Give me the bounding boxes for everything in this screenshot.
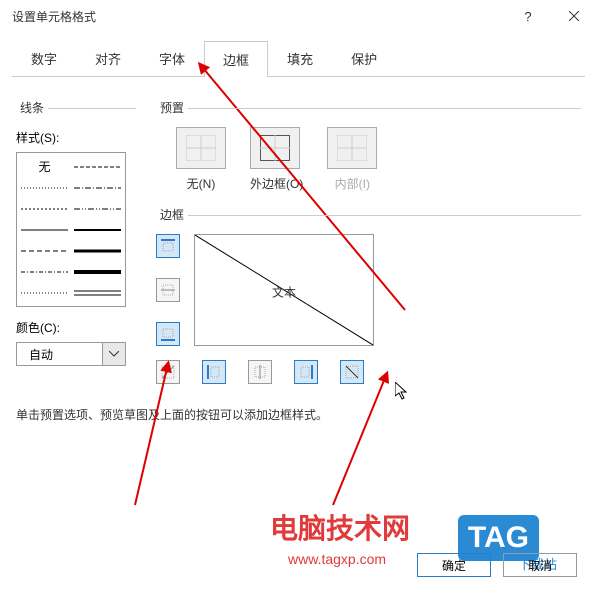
border-vmiddle-button[interactable] — [248, 360, 272, 384]
style-label: 样式(S): — [16, 129, 136, 146]
cursor-icon — [395, 382, 409, 400]
border-diag-down-button[interactable] — [340, 360, 364, 384]
color-dropdown[interactable]: 自动 — [16, 342, 126, 366]
ok-button[interactable]: 确定 — [417, 553, 491, 577]
line-style-12[interactable] — [21, 283, 68, 302]
chevron-down-icon — [109, 351, 119, 357]
preset-section-label: 预置 — [156, 101, 188, 115]
color-label: 颜色(C): — [16, 319, 136, 336]
preset-outline-button[interactable] — [250, 127, 300, 169]
preset-outline-label: 外边框(O) — [250, 175, 303, 192]
line-style-7[interactable] — [74, 220, 121, 239]
line-style-2[interactable] — [21, 178, 68, 197]
border-top-button[interactable] — [156, 234, 180, 258]
color-value: 自动 — [29, 346, 53, 363]
preset-outline-icon — [260, 135, 290, 161]
line-style-none[interactable]: 无 — [21, 157, 68, 176]
preset-inside-button[interactable] — [327, 127, 377, 169]
line-style-5[interactable] — [74, 199, 121, 218]
preset-inside-label: 内部(I) — [327, 175, 377, 192]
line-style-6[interactable] — [21, 220, 68, 239]
watermark-url: www.tagxp.com — [288, 551, 386, 567]
line-style-11[interactable] — [74, 262, 121, 281]
watermark-title: 电脑技术网 — [270, 507, 410, 547]
preview-text: 文本 — [272, 284, 296, 301]
line-style-9[interactable] — [74, 241, 121, 260]
tab-font[interactable]: 字体 — [140, 40, 204, 76]
line-style-8[interactable] — [21, 241, 68, 260]
line-style-list[interactable]: 无 — [16, 152, 126, 307]
tab-bar: 数字 对齐 字体 边框 填充 保护 — [12, 40, 585, 77]
border-left-button[interactable] — [202, 360, 226, 384]
line-style-4[interactable] — [21, 199, 68, 218]
preset-none-icon — [186, 135, 216, 161]
tab-border[interactable]: 边框 — [204, 41, 268, 77]
border-right-button[interactable] — [294, 360, 318, 384]
tab-alignment[interactable]: 对齐 — [76, 40, 140, 76]
line-section-label: 线条 — [16, 101, 48, 115]
border-section-label: 边框 — [156, 208, 188, 222]
border-diag-up-button[interactable] — [156, 360, 180, 384]
close-button[interactable] — [551, 0, 597, 32]
border-preview[interactable]: 文本 — [194, 234, 374, 346]
tab-protection[interactable]: 保护 — [332, 40, 396, 76]
help-button[interactable]: ? — [505, 0, 551, 32]
preset-none-button[interactable] — [176, 127, 226, 169]
tab-number[interactable]: 数字 — [12, 40, 76, 76]
line-style-1[interactable] — [74, 157, 121, 176]
border-hmiddle-button[interactable] — [156, 278, 180, 302]
line-style-13[interactable] — [74, 283, 121, 302]
line-style-3[interactable] — [74, 178, 121, 197]
line-style-10[interactable] — [21, 262, 68, 281]
preset-none-label: 无(N) — [176, 175, 226, 192]
close-icon — [569, 11, 579, 21]
tab-fill[interactable]: 填充 — [268, 40, 332, 76]
hint-text: 单击预置选项、预览草图及上面的按钮可以添加边框样式。 — [16, 406, 581, 423]
preset-inside-icon — [337, 135, 367, 161]
cancel-button[interactable]: 取消 — [503, 553, 577, 577]
border-bottom-button[interactable] — [156, 322, 180, 346]
dialog-title: 设置单元格格式 — [12, 8, 96, 25]
